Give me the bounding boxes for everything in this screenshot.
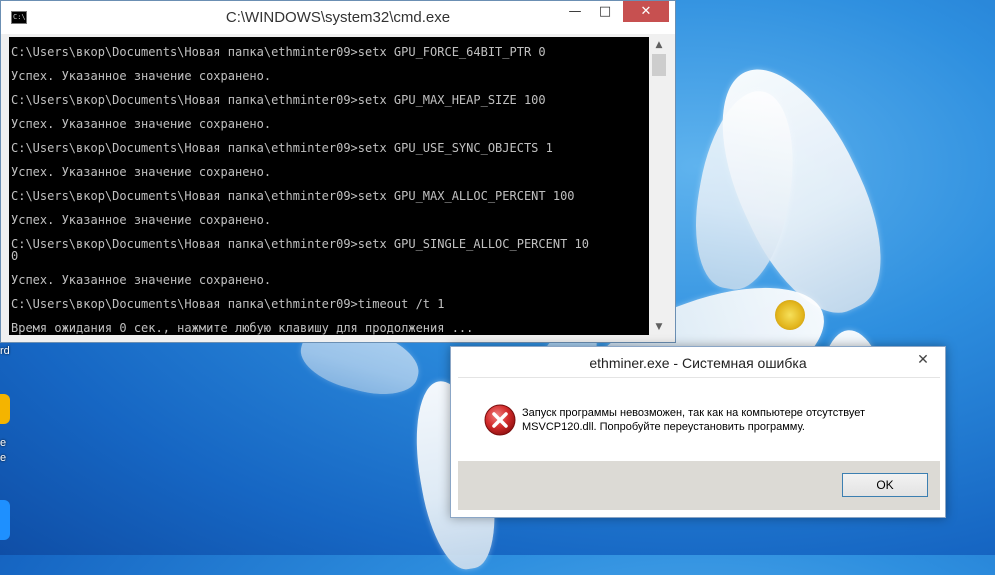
console-line: Время ожидания 0 сек., нажмите любую кла… [11, 321, 474, 335]
minimize-button[interactable]: — [560, 1, 590, 22]
dialog-titlebar[interactable]: ethminer.exe - Системная ошибка ✕ [451, 347, 945, 377]
scroll-down-arrow-icon[interactable]: ▼ [650, 319, 668, 335]
vertical-scrollbar[interactable]: ▲ ▼ [650, 37, 668, 335]
console-line: Успех. Указанное значение сохранено. [11, 69, 272, 83]
dialog-message-line: Запуск программы невозможен, так как на … [522, 407, 865, 419]
desktop-label-fragment[interactable]: rd [0, 345, 10, 357]
console-line: Успех. Указанное значение сохранено. [11, 213, 272, 227]
console-line: C:\Users\вкор\Documents\Новая папка\ethm… [11, 141, 553, 155]
dialog-body: Запуск программы невозможен, так как на … [458, 377, 940, 462]
desktop-label-fragment[interactable]: e [0, 437, 6, 449]
dialog-message: Запуск программы невозможен, так как на … [522, 406, 922, 434]
console-line: C:\Users\вкор\Documents\Новая папка\ethm… [11, 297, 445, 311]
desktop-app-icon[interactable] [0, 500, 10, 540]
dialog-message-line: MSVCP120.dll. Попробуйте переустановить … [522, 421, 805, 433]
dialog-close-button[interactable]: ✕ [909, 351, 937, 369]
error-dialog[interactable]: ethminer.exe - Системная ошибка ✕ Запуск… [450, 346, 946, 518]
console-line: C:\Users\вкор\Documents\Новая папка\ethm… [11, 93, 546, 107]
console-line: C:\Users\вкор\Documents\Новая папка\ethm… [11, 237, 589, 251]
error-icon [484, 404, 516, 436]
console-line: Успех. Указанное значение сохранено. [11, 165, 272, 179]
console-output[interactable]: C:\Users\вкор\Documents\Новая папка\ethm… [9, 37, 649, 335]
console-line: C:\Users\вкор\Documents\Новая папка\ethm… [11, 189, 575, 203]
ok-button[interactable]: OK [842, 473, 928, 497]
console-line: 0 [11, 249, 19, 263]
cmd-window[interactable]: C:\ C:\WINDOWS\system32\cmd.exe — □ ✕ C:… [0, 0, 676, 343]
scroll-up-arrow-icon[interactable]: ▲ [650, 37, 668, 53]
console-line: C:\Users\вкор\Documents\Новая папка\ethm… [11, 45, 546, 59]
console-line: Успех. Указанное значение сохранено. [11, 273, 272, 287]
console-line: Успех. Указанное значение сохранено. [11, 117, 272, 131]
scrollbar-thumb[interactable] [652, 54, 666, 76]
maximize-button[interactable]: □ [590, 1, 620, 22]
dialog-title: ethminer.exe - Системная ошибка [589, 355, 807, 371]
close-button[interactable]: ✕ [623, 1, 669, 22]
cmd-titlebar[interactable]: C:\ C:\WINDOWS\system32\cmd.exe — □ ✕ [1, 1, 675, 34]
desktop-app-icon[interactable] [0, 394, 10, 424]
desktop-label-fragment[interactable]: e [0, 452, 6, 464]
dialog-footer: OK [458, 461, 940, 510]
